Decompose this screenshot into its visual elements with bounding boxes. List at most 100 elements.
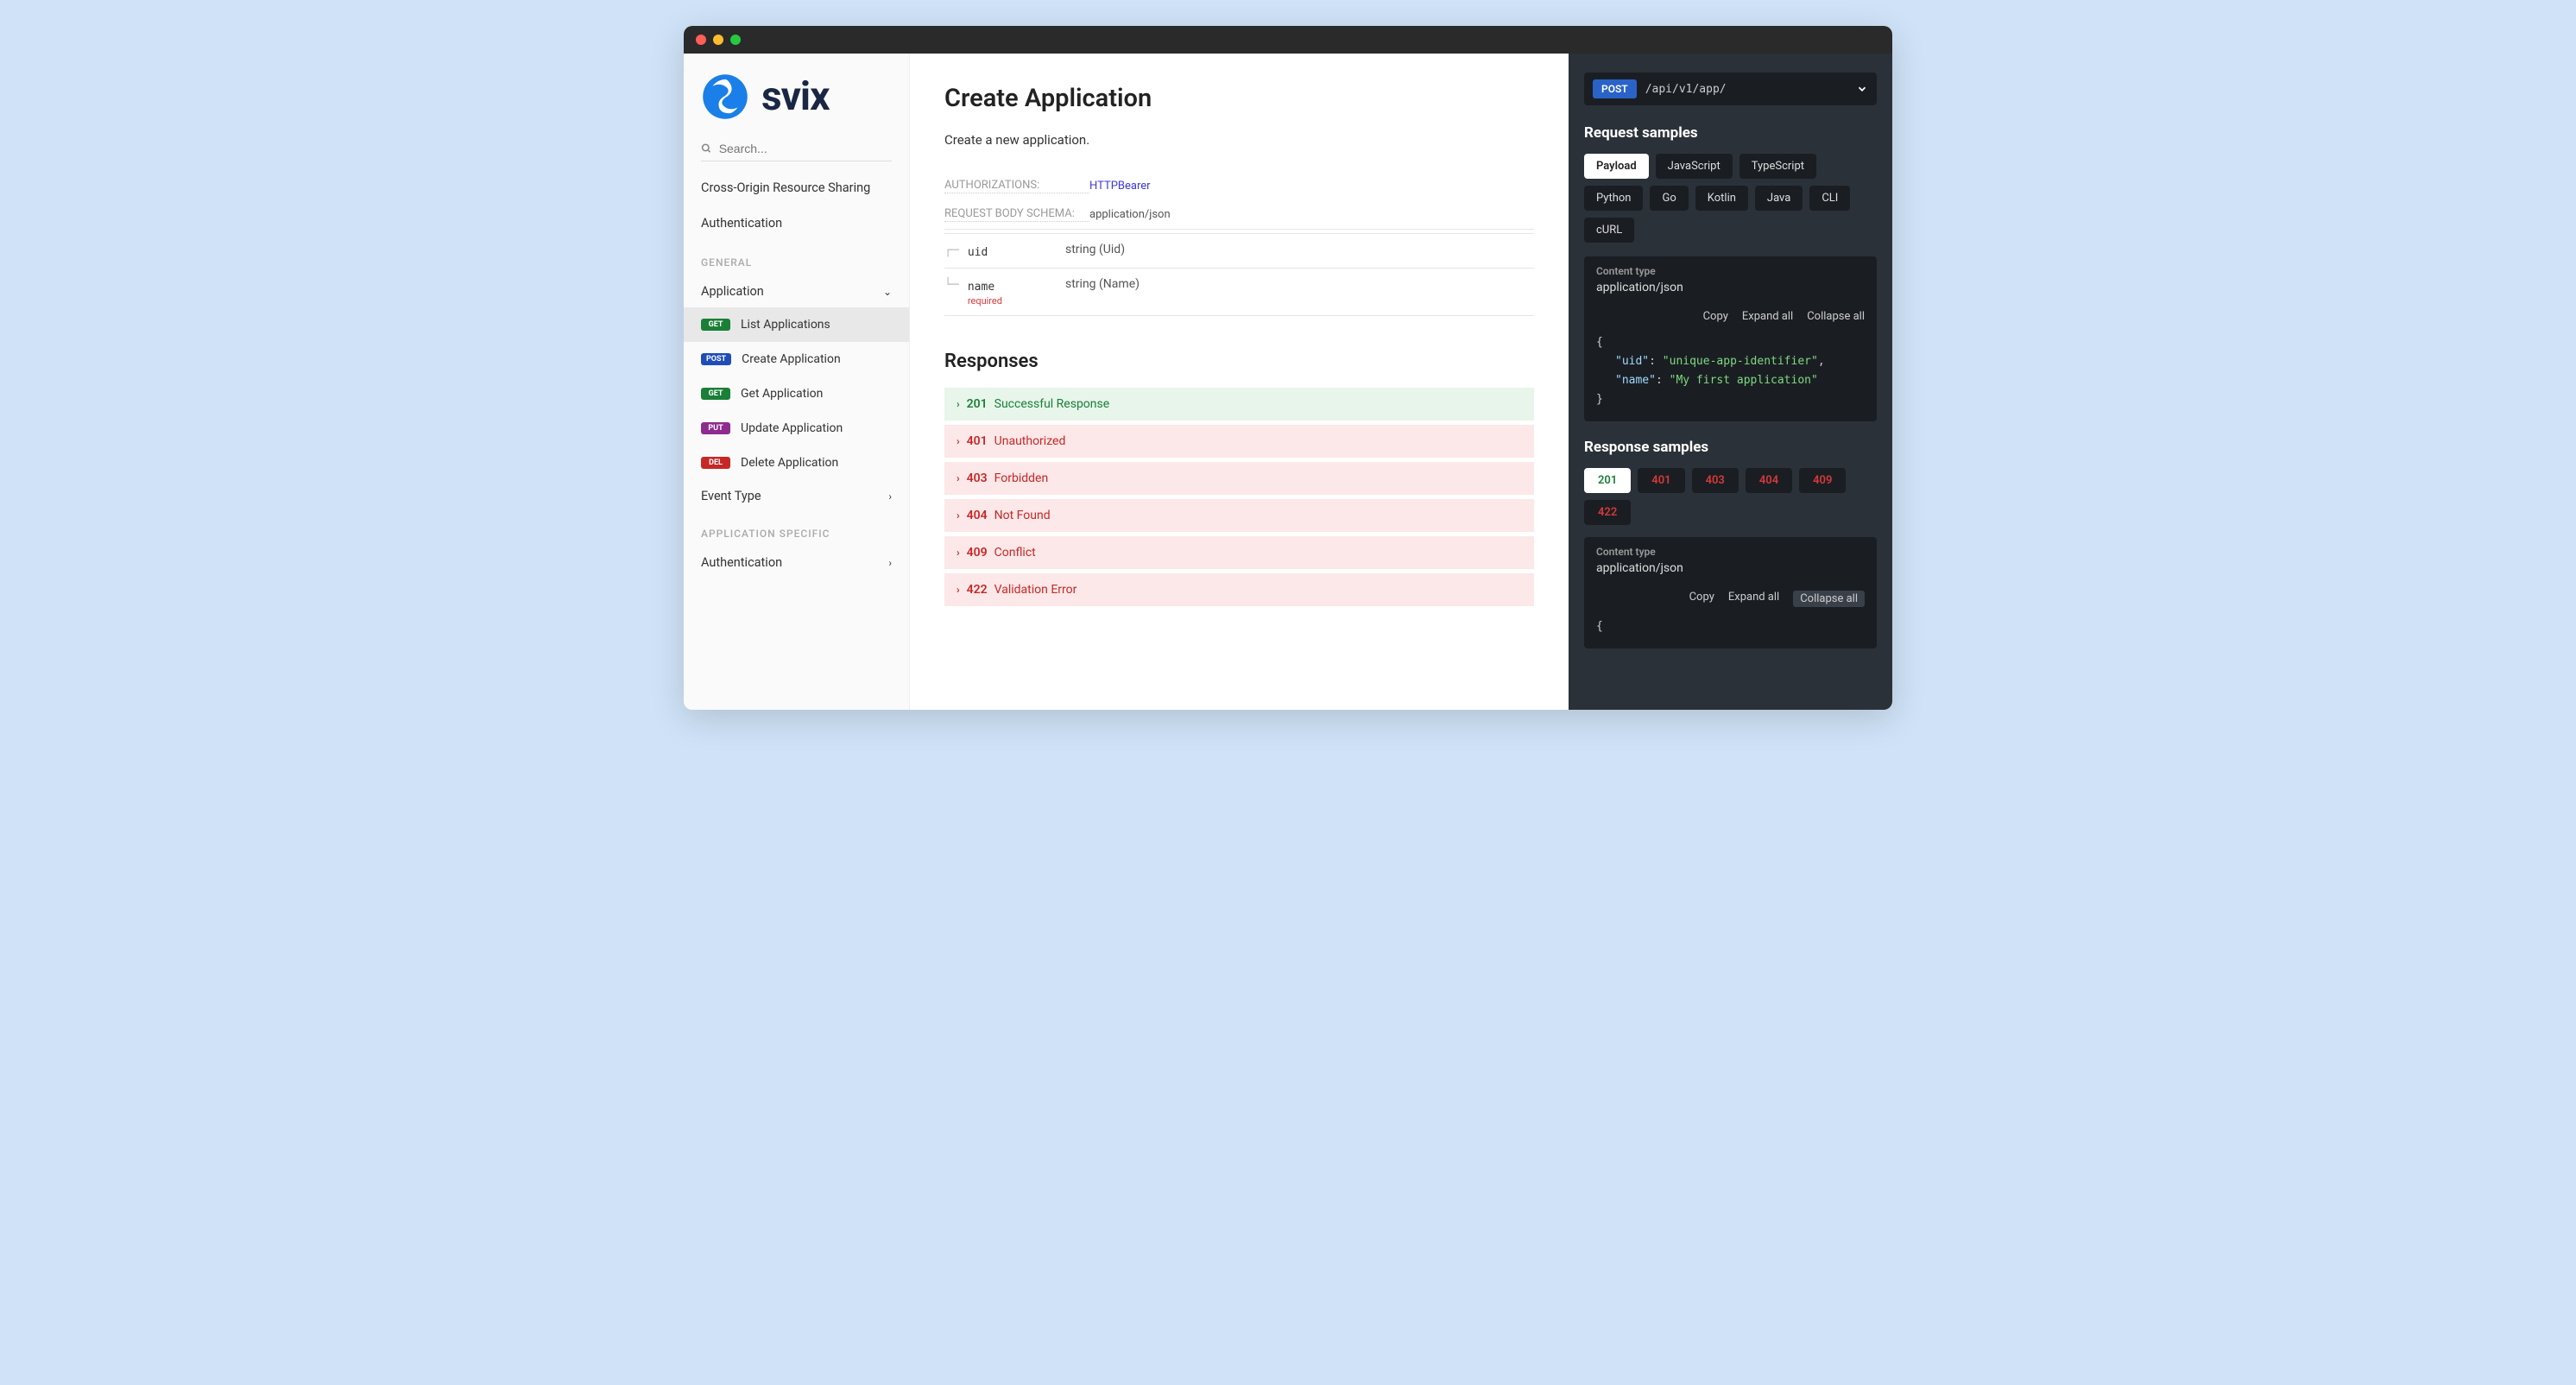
chevron-down-icon <box>1856 83 1868 95</box>
body-schema-value: application/json <box>1089 208 1171 221</box>
nav-section-title: GENERAL <box>684 241 909 275</box>
response-row[interactable]: ›404 Not Found <box>944 499 1534 532</box>
chevron-right-icon: › <box>957 584 960 596</box>
logo: svix <box>684 54 909 136</box>
search-input[interactable] <box>719 142 892 155</box>
response-tab[interactable]: 403 <box>1692 468 1739 493</box>
response-tab[interactable]: 422 <box>1584 500 1631 525</box>
expand-all-button[interactable]: Expand all <box>1742 310 1793 323</box>
response-samples-heading: Response samples <box>1584 439 1877 456</box>
page-description: Create a new application. <box>944 132 1534 148</box>
response-tab[interactable]: 401 <box>1638 468 1684 493</box>
nav-section-title: APPLICATION SPECIFIC <box>684 512 909 547</box>
response-text: Unauthorized <box>994 434 1066 448</box>
chevron-right-icon: › <box>957 398 960 410</box>
content-type-value: application/json <box>1596 558 1865 584</box>
param-name: name <box>968 281 994 294</box>
param-name: uid <box>968 246 988 259</box>
param-row: ┌─uidstring (Uid) <box>944 234 1534 269</box>
response-code-panel: Content type application/json Copy Expan… <box>1584 537 1877 648</box>
nav-item-label: Update Application <box>741 421 843 435</box>
request-tab[interactable]: Python <box>1584 186 1643 211</box>
nav-item[interactable]: POSTCreate Application <box>684 342 909 376</box>
request-tab[interactable]: Payload <box>1584 154 1649 179</box>
samples-panel: POST /api/v1/app/ Request samples Payloa… <box>1569 54 1892 710</box>
maximize-window-icon[interactable] <box>730 35 741 45</box>
request-tab[interactable]: Java <box>1755 186 1803 211</box>
nav-item[interactable]: PUT Update Application <box>684 411 909 446</box>
response-tabs: 201 401 403 404 409 422 <box>1584 468 1877 525</box>
response-code: 422 <box>967 583 988 597</box>
content-type-label: Content type <box>1596 546 1865 558</box>
responses-heading: Responses <box>944 351 1534 372</box>
nav-item[interactable]: DEL Delete Application <box>684 446 909 480</box>
param-type: string (Uid) <box>1065 243 1125 256</box>
chevron-right-icon: › <box>888 490 892 503</box>
titlebar <box>684 26 1892 54</box>
response-row[interactable]: › 422 Validation Error <box>944 573 1534 606</box>
response-row[interactable]: ›403 Forbidden <box>944 462 1534 495</box>
nav-group[interactable]: Event Type› <box>684 480 909 512</box>
endpoint-path: /api/v1/app/ <box>1645 83 1847 96</box>
chevron-down-icon: ⌄ <box>883 286 892 298</box>
nav-group[interactable]: Authentication› <box>684 547 909 579</box>
request-payload-code: { "uid": "unique-app-identifier", "name"… <box>1584 330 1877 421</box>
request-tabs: Payload JavaScriptTypeScript Python Go Kotli… <box>1584 154 1877 243</box>
nav-item-label: Delete Application <box>741 456 838 470</box>
endpoint-selector[interactable]: POST /api/v1/app/ <box>1584 73 1877 105</box>
request-tab[interactable]: cURL <box>1584 218 1634 243</box>
response-payload-code: { <box>1584 614 1877 648</box>
main-content: Create Application Create a new applicat… <box>910 54 1569 710</box>
nav-link[interactable]: Cross-Origin Resource Sharing <box>684 170 909 206</box>
request-samples-heading: Request samples <box>1584 124 1877 142</box>
response-text: Validation Error <box>994 583 1077 597</box>
copy-button[interactable]: Copy <box>1703 310 1728 323</box>
request-tab[interactable]: JavaScript <box>1656 154 1733 179</box>
nav-item[interactable]: GET Get Application <box>684 376 909 411</box>
nav-item-label: Create Application <box>742 352 841 366</box>
search-box[interactable] <box>701 136 892 161</box>
request-tab[interactable]: CLI <box>1809 186 1850 211</box>
response-row[interactable]: ›201 Successful Response <box>944 388 1534 421</box>
response-code: 409 <box>967 546 988 560</box>
tree-icon: └─ <box>944 279 959 291</box>
brand-name: svix <box>761 73 830 120</box>
close-window-icon[interactable] <box>696 35 706 45</box>
page-title: Create Application <box>944 84 1534 113</box>
authorizations-label: AUTHORIZATIONS: <box>944 179 1089 193</box>
nav-item-label: Get Application <box>741 387 823 401</box>
request-tab[interactable]: TypeScript <box>1739 154 1816 179</box>
nav-group[interactable]: Application⌄ <box>684 275 909 307</box>
collapse-all-button[interactable]: Collapse all <box>1807 310 1865 323</box>
search-icon <box>701 142 712 155</box>
response-tab[interactable]: 409 <box>1799 468 1846 493</box>
method-badge: DEL <box>701 457 730 469</box>
minimize-window-icon[interactable] <box>713 35 723 45</box>
nav-link[interactable]: Authentication <box>684 206 909 241</box>
response-code: 404 <box>967 509 988 522</box>
chevron-right-icon: › <box>957 435 960 447</box>
response-tab[interactable]: 404 <box>1746 468 1792 493</box>
method-badge: GET <box>701 388 730 400</box>
expand-all-button[interactable]: Expand all <box>1728 591 1779 607</box>
response-row[interactable]: ›409 Conflict <box>944 536 1534 569</box>
authorizations-value[interactable]: HTTPBearer <box>1089 180 1151 193</box>
content-type-value: application/json <box>1596 277 1865 303</box>
response-tab[interactable]: 201 <box>1584 468 1631 493</box>
response-row[interactable]: ›401 Unauthorized <box>944 425 1534 458</box>
required-label: required <box>968 295 1002 307</box>
response-code: 403 <box>967 471 988 485</box>
param-row: └─namerequiredstring (Name) <box>944 269 1534 316</box>
method-badge: PUT <box>701 422 730 434</box>
copy-button[interactable]: Copy <box>1689 591 1714 607</box>
response-code: 201 <box>967 397 988 411</box>
request-tab[interactable]: Kotlin <box>1695 186 1748 211</box>
response-text: Not Found <box>994 509 1051 522</box>
content-type-label: Content type <box>1596 265 1865 277</box>
collapse-all-button[interactable]: Collapse all <box>1793 591 1865 607</box>
endpoint-method-badge: POST <box>1593 79 1637 98</box>
nav-item[interactable]: GETList Applications <box>684 307 909 342</box>
method-badge: GET <box>701 319 730 331</box>
request-tab[interactable]: Go <box>1650 186 1688 211</box>
response-text: Conflict <box>994 546 1036 560</box>
